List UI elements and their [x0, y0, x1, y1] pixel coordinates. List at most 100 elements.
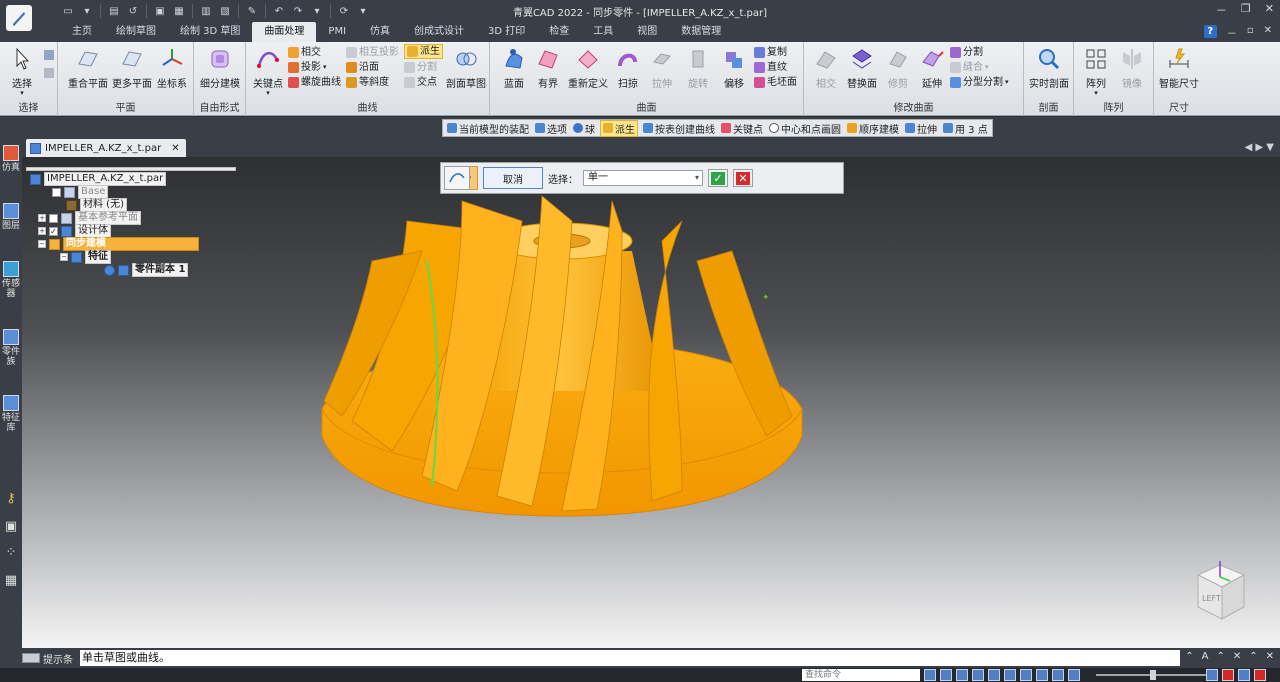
zoom-in-icon[interactable]: [1206, 669, 1218, 681]
video-icon[interactable]: [1222, 669, 1234, 681]
select-filter-icon[interactable]: [44, 50, 54, 60]
tab-home[interactable]: 主页: [60, 22, 104, 42]
live-section-button[interactable]: 实时剖面: [1027, 46, 1071, 90]
helix-curve-button[interactable]: 螺旋曲线: [288, 75, 341, 90]
document-nav-arrows[interactable]: ◀ ▶ ▼: [1245, 142, 1274, 153]
cmd-three-point[interactable]: 用 3 点: [943, 121, 988, 136]
zoom-icon[interactable]: [956, 669, 968, 681]
visibility-checkbox[interactable]: ✓: [49, 226, 58, 236]
arrow-icon[interactable]: [924, 669, 936, 681]
tab-inspect[interactable]: 检查: [537, 22, 581, 42]
cmd-curve-by-table[interactable]: 按表创建曲线: [643, 121, 715, 136]
offset-button[interactable]: 偏移: [712, 46, 756, 90]
bounded-surface-button[interactable]: 有界: [526, 46, 570, 90]
tab-generative-design[interactable]: 创成式设计: [402, 22, 476, 42]
curve-option-button[interactable]: [444, 166, 470, 190]
dock-layers[interactable]: 图层: [2, 203, 20, 231]
cross-point-button[interactable]: 交点: [404, 75, 437, 90]
graphics-viewport[interactable]: IMPELLER_A.KZ_x_t.par Base 材料 (无) + 基本参考…: [22, 157, 1280, 648]
zoom-slider-thumb[interactable]: [1150, 670, 1156, 680]
along-surface-button[interactable]: 沿面: [346, 60, 379, 75]
tab-pmi[interactable]: PMI: [316, 22, 358, 42]
coincident-plane-button[interactable]: 重合平面: [66, 46, 110, 90]
cmd-ordered-modeling[interactable]: 顺序建模: [847, 121, 899, 136]
accept-button[interactable]: ✓: [708, 169, 728, 187]
pan-icon[interactable]: [988, 669, 1000, 681]
tree-node-design-body[interactable]: + ✓ 设计体: [38, 224, 111, 238]
tree-node-features[interactable]: − 特征: [60, 250, 111, 264]
visibility-checkbox[interactable]: [49, 213, 58, 223]
zoom-area-icon[interactable]: [940, 669, 952, 681]
subdivision-modeling-button[interactable]: 细分建模: [198, 46, 242, 90]
cancel-button[interactable]: 取消: [483, 167, 543, 189]
dropdown-icon[interactable]: ▾: [309, 3, 325, 19]
dock-feature-library[interactable]: 特征库: [2, 395, 20, 433]
doc-restore-icon[interactable]: ▫: [1247, 25, 1254, 40]
tab-sketch[interactable]: 绘制草图: [104, 22, 168, 42]
zoom-out-icon[interactable]: [1068, 669, 1080, 681]
tree-node-material[interactable]: 材料 (无): [66, 198, 127, 212]
select-options-icon[interactable]: [44, 68, 54, 78]
close-button[interactable]: ✕: [733, 169, 753, 187]
help-doc-icon[interactable]: ▣: [3, 519, 19, 534]
collapse-icon[interactable]: ⌃: [1249, 651, 1257, 662]
document-tab[interactable]: IMPELLER_A.KZ_x_t.par ✕: [26, 139, 186, 157]
copy-surface-button[interactable]: 复制: [754, 45, 787, 60]
split-surface-button[interactable]: 分割: [950, 45, 983, 60]
isocline-button[interactable]: 等斜度: [346, 75, 389, 90]
close-panel-icon[interactable]: ✕: [1266, 651, 1274, 662]
shaded-icon[interactable]: [1036, 669, 1048, 681]
doc-minimize-icon[interactable]: －: [1227, 25, 1237, 40]
project-curve-button[interactable]: 投影 ▾: [288, 60, 327, 75]
cmd-sphere[interactable]: 球: [573, 121, 595, 136]
pencil-icon[interactable]: ✎: [244, 3, 260, 19]
display-icon[interactable]: [1052, 669, 1064, 681]
scroll-up-icon[interactable]: ⌃: [1216, 651, 1224, 662]
grid-icon[interactable]: ▦: [3, 573, 19, 588]
tab-surfacing[interactable]: 曲面处理: [252, 22, 317, 42]
keypoint-curve-button[interactable]: 关键点 ▾: [246, 46, 290, 97]
expand-icon[interactable]: +: [38, 227, 46, 235]
redo-icon[interactable]: ↷: [290, 3, 306, 19]
print-icon[interactable]: ▥: [198, 3, 214, 19]
new-file-icon[interactable]: ▭: [60, 3, 76, 19]
select-dropdown[interactable]: 单一 ▾: [583, 170, 703, 186]
tab-3d-sketch[interactable]: 绘制 3D 草图: [168, 22, 252, 42]
open-file-icon[interactable]: ▤: [106, 3, 122, 19]
app-logo[interactable]: [6, 5, 32, 31]
parting-split-button[interactable]: 分型分割 ▾: [950, 75, 1009, 90]
close-prompt-icon[interactable]: ✕: [1233, 651, 1241, 662]
tree-node-sync-modeling[interactable]: − 同步建模: [38, 237, 199, 251]
tab-simulation[interactable]: 仿真: [358, 22, 402, 42]
mutual-project-button[interactable]: 相互投影: [346, 45, 399, 60]
redefine-button[interactable]: 重新定义: [566, 46, 610, 90]
fit-view-icon[interactable]: [972, 669, 984, 681]
dropdown-icon[interactable]: ▾: [79, 3, 95, 19]
section-sketch-button[interactable]: 剖面草图: [444, 46, 488, 90]
settings-icon[interactable]: [1238, 669, 1250, 681]
ruled-surface-button[interactable]: 直纹: [754, 60, 787, 75]
save-as-icon[interactable]: ▦: [171, 3, 187, 19]
customize-icon[interactable]: ▾: [355, 3, 371, 19]
close-icon[interactable]: ✕: [1265, 2, 1274, 18]
rotate-icon[interactable]: [1004, 669, 1016, 681]
expand-icon[interactable]: +: [38, 214, 46, 222]
repeat-icon[interactable]: ⟳: [336, 3, 352, 19]
intersect-curve-button[interactable]: 相交: [288, 45, 321, 60]
dots-icon[interactable]: ⁘: [3, 545, 19, 560]
eye-icon[interactable]: [104, 264, 115, 276]
font-size-icon[interactable]: A: [1202, 651, 1209, 662]
tree-node-part-copy[interactable]: 零件副本 1: [104, 263, 189, 277]
view-orient-icon[interactable]: [1020, 669, 1032, 681]
mirror-button[interactable]: 镜像: [1110, 46, 1154, 90]
tab-view[interactable]: 视图: [625, 22, 669, 42]
rough-surface-button[interactable]: 毛坯面: [754, 75, 797, 90]
cmd-derive[interactable]: 派生: [600, 119, 638, 137]
coordinate-system-button[interactable]: 坐标系: [150, 46, 194, 90]
tab-tools[interactable]: 工具: [581, 22, 625, 42]
stitch-surface-button[interactable]: 缝合 ▾: [950, 60, 989, 75]
undo-history-icon[interactable]: ↺: [125, 3, 141, 19]
expand-up-icon[interactable]: ⌃: [1185, 651, 1193, 662]
split-curve-button[interactable]: 分割: [404, 60, 437, 75]
cmd-options[interactable]: 选项: [535, 121, 567, 136]
